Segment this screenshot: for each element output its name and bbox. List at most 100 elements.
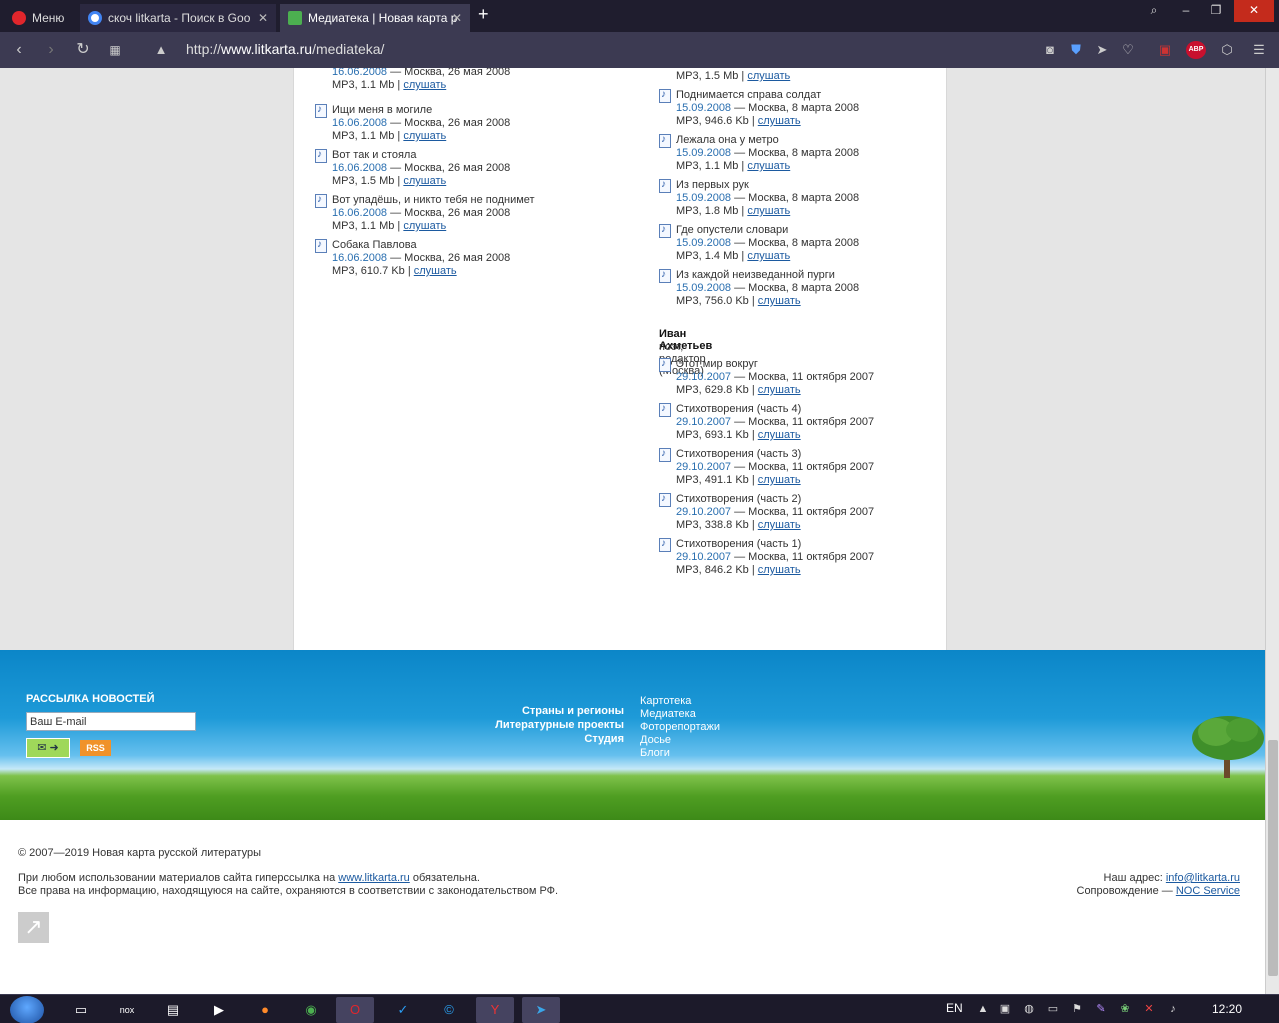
extensions-cube-icon[interactable]: ⬡ (1218, 41, 1236, 59)
tray-device-icon[interactable]: ▣ (998, 1002, 1012, 1016)
track-date-link[interactable]: 15.09.2008 (676, 282, 731, 294)
track-date-link[interactable]: 16.06.2008 (332, 117, 387, 129)
track-date-link[interactable]: 15.09.2008 (676, 102, 731, 114)
footer-link-photo[interactable]: Фоторепортажи (640, 721, 720, 733)
yandex-icon[interactable]: Y (476, 997, 514, 1023)
track-date-link[interactable]: 16.06.2008 (332, 207, 387, 219)
minimize-icon[interactable]: – (1172, 0, 1200, 22)
listen-link[interactable]: слушать (403, 220, 446, 232)
track-item: Собака Павлова 16.06.2008 — Москва, 26 м… (315, 239, 615, 284)
tray-volume-icon[interactable]: ♪ (1166, 1002, 1180, 1016)
track-date-link[interactable]: 29.10.2007 (676, 371, 731, 383)
search-tabs-icon[interactable]: ⌕ (1140, 0, 1168, 22)
url-field[interactable]: http://www.litkarta.ru/mediateka/ (186, 41, 384, 57)
shield-icon[interactable]: ⛊ (1067, 41, 1085, 59)
heart-icon[interactable]: ♡ (1119, 41, 1137, 59)
easy-setup-icon[interactable]: ☰ (1250, 41, 1268, 59)
opera-taskbar-icon[interactable]: O (336, 997, 374, 1023)
opera-menu-button[interactable]: Меню (4, 4, 76, 32)
telegram-icon[interactable]: ➤ (522, 997, 560, 1023)
track-date-link[interactable]: 15.09.2008 (676, 192, 731, 204)
tray-flag-icon[interactable]: ⚑ (1070, 1002, 1084, 1016)
close-window-icon[interactable]: ✕ (1234, 0, 1274, 22)
listen-link[interactable]: слушать (758, 519, 801, 531)
tab-mediateka[interactable]: Медиатека | Новая карта р ✕ (280, 4, 470, 32)
listen-link[interactable]: слушать (758, 429, 801, 441)
new-tab-plus-icon[interactable]: + (478, 4, 489, 25)
restore-icon[interactable]: ❐ (1202, 0, 1230, 22)
close-tab-icon[interactable]: ✕ (258, 11, 268, 25)
footer-link-mediateka[interactable]: Медиатека (640, 708, 696, 720)
footer-link-projects[interactable]: Литературные проекты (495, 719, 624, 731)
notepad-icon[interactable]: ▤ (154, 997, 192, 1023)
footer-link-blogs[interactable]: Блоги (640, 747, 670, 759)
explorer-icon[interactable]: ▭ (62, 997, 100, 1023)
track-date-link[interactable]: 16.06.2008 (332, 162, 387, 174)
track-date-link[interactable]: 16.06.2008 (332, 68, 387, 78)
track-date-link[interactable]: 29.10.2007 (676, 416, 731, 428)
start-button[interactable] (10, 996, 44, 1023)
camera-icon[interactable]: ◙ (1041, 41, 1059, 59)
listen-link[interactable]: слушать (414, 265, 457, 277)
notice-suffix: обязательна. (409, 872, 480, 884)
scroll-top-arrow-icon[interactable]: ↗ (18, 912, 49, 943)
vpn-icon[interactable]: ▣ (1156, 41, 1174, 59)
close-tab-icon[interactable]: ✕ (452, 11, 462, 25)
noc-service-link[interactable]: NOC Service (1176, 885, 1240, 897)
email-link[interactable]: info@litkarta.ru (1166, 872, 1240, 884)
firefox-icon[interactable]: ● (246, 997, 284, 1023)
warning-icon[interactable]: ▲ (150, 39, 172, 61)
track-meta-line: MP3, 1.5 Mb | слушать (332, 175, 447, 187)
nox-icon[interactable]: nox (108, 997, 146, 1023)
listen-link[interactable]: слушать (758, 474, 801, 486)
footer-link-dossier[interactable]: Досье (640, 734, 671, 746)
adblock-icon[interactable]: ABP (1186, 41, 1206, 59)
chrome-icon[interactable]: ◉ (292, 997, 330, 1023)
clock[interactable]: 12:20 (1212, 1002, 1242, 1016)
listen-link[interactable]: слушать (403, 175, 446, 187)
rss-button[interactable]: RSS (80, 740, 111, 756)
listen-link[interactable]: слушать (403, 79, 446, 91)
listen-link[interactable]: слушать (747, 250, 790, 262)
track-date-link[interactable]: 29.10.2007 (676, 461, 731, 473)
track-meta: MP3, 1.5 Mb (676, 70, 739, 82)
scrollbar[interactable] (1265, 68, 1279, 994)
audio-file-icon (659, 448, 671, 462)
track-date-link[interactable]: 15.09.2008 (676, 237, 731, 249)
tray-globe-icon[interactable]: ◍ (1022, 1002, 1036, 1016)
track-date-link[interactable]: 16.06.2008 (332, 252, 387, 264)
tray-monitor-icon[interactable]: ▭ (1046, 1002, 1060, 1016)
tray-network-icon[interactable]: ✕ (1142, 1002, 1156, 1016)
media-player-icon[interactable]: ▶ (200, 997, 238, 1023)
footer-link-regions[interactable]: Страны и регионы (522, 705, 624, 717)
send-icon[interactable]: ➤ (1093, 41, 1111, 59)
footer-link-studio[interactable]: Студия (584, 733, 624, 745)
scrollbar-thumb[interactable] (1268, 740, 1278, 976)
tray-expand-icon[interactable]: ▲ (976, 1002, 990, 1016)
track-date-link[interactable]: 29.10.2007 (676, 506, 731, 518)
tab-google-search[interactable]: скоч litkarta - Поиск в Goo ✕ (80, 4, 276, 32)
subscribe-button[interactable]: ✉ ➜ (26, 738, 70, 758)
tray-app-icon[interactable]: ❀ (1118, 1002, 1132, 1016)
track-date-link[interactable]: 15.09.2008 (676, 147, 731, 159)
speed-dial-icon[interactable]: ▦ (104, 39, 126, 61)
ccleaner-icon[interactable]: © (430, 997, 468, 1023)
listen-link[interactable]: слушать (758, 115, 801, 127)
track-date-link[interactable]: 29.10.2007 (676, 551, 731, 563)
listen-link[interactable]: слушать (758, 384, 801, 396)
forward-icon[interactable]: › (40, 39, 62, 61)
language-indicator[interactable]: EN (946, 1001, 963, 1015)
listen-link[interactable]: слушать (758, 295, 801, 307)
listen-link[interactable]: слушать (747, 70, 790, 82)
footer-link-kartoteka[interactable]: Картотека (640, 695, 691, 707)
back-icon[interactable]: ‹ (8, 39, 30, 61)
listen-link[interactable]: слушать (403, 130, 446, 142)
reload-icon[interactable]: ↻ (72, 39, 94, 61)
email-field[interactable] (26, 712, 196, 731)
listen-link[interactable]: слушать (747, 160, 790, 172)
listen-link[interactable]: слушать (747, 205, 790, 217)
listen-link[interactable]: слушать (758, 564, 801, 576)
tray-feather-icon[interactable]: ✎ (1094, 1002, 1108, 1016)
site-link[interactable]: www.litkarta.ru (338, 872, 410, 884)
checkmark-app-icon[interactable]: ✓ (384, 997, 422, 1023)
